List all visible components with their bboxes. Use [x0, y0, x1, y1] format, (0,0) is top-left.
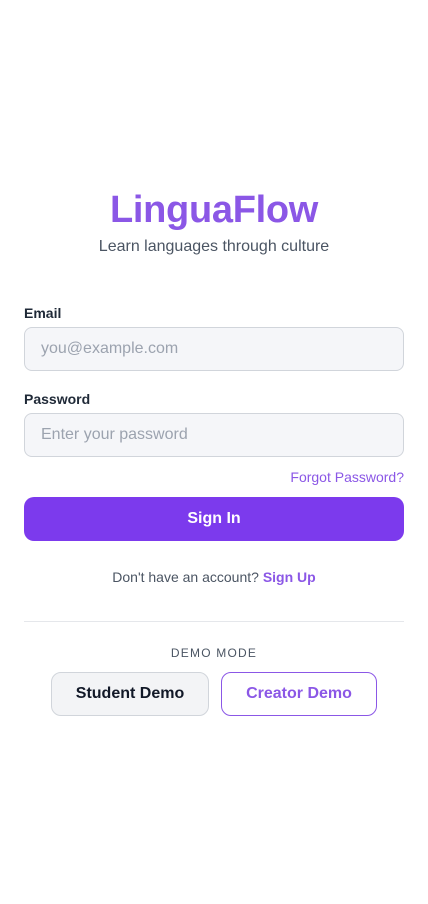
brand-title: LinguaFlow — [109, 189, 319, 231]
signup-prompt: Don't have an account? — [112, 569, 263, 585]
forgot-password-link[interactable]: Forgot Password? — [290, 468, 404, 486]
email-label: Email — [24, 305, 62, 321]
divider — [24, 621, 404, 622]
tagline: Learn languages through culture — [98, 238, 330, 255]
demo-mode-heading: DEMO MODE — [170, 646, 258, 660]
student-demo-button[interactable]: Student Demo — [51, 672, 209, 716]
sign-up-link[interactable]: Sign Up — [263, 569, 316, 585]
sign-in-button[interactable]: Sign In — [24, 497, 404, 541]
creator-demo-button[interactable]: Creator Demo — [221, 672, 377, 716]
signup-row: Don't have an account? Sign Up — [0, 568, 428, 586]
password-input[interactable] — [24, 413, 404, 457]
email-input[interactable] — [24, 327, 404, 371]
password-label: Password — [24, 391, 91, 407]
